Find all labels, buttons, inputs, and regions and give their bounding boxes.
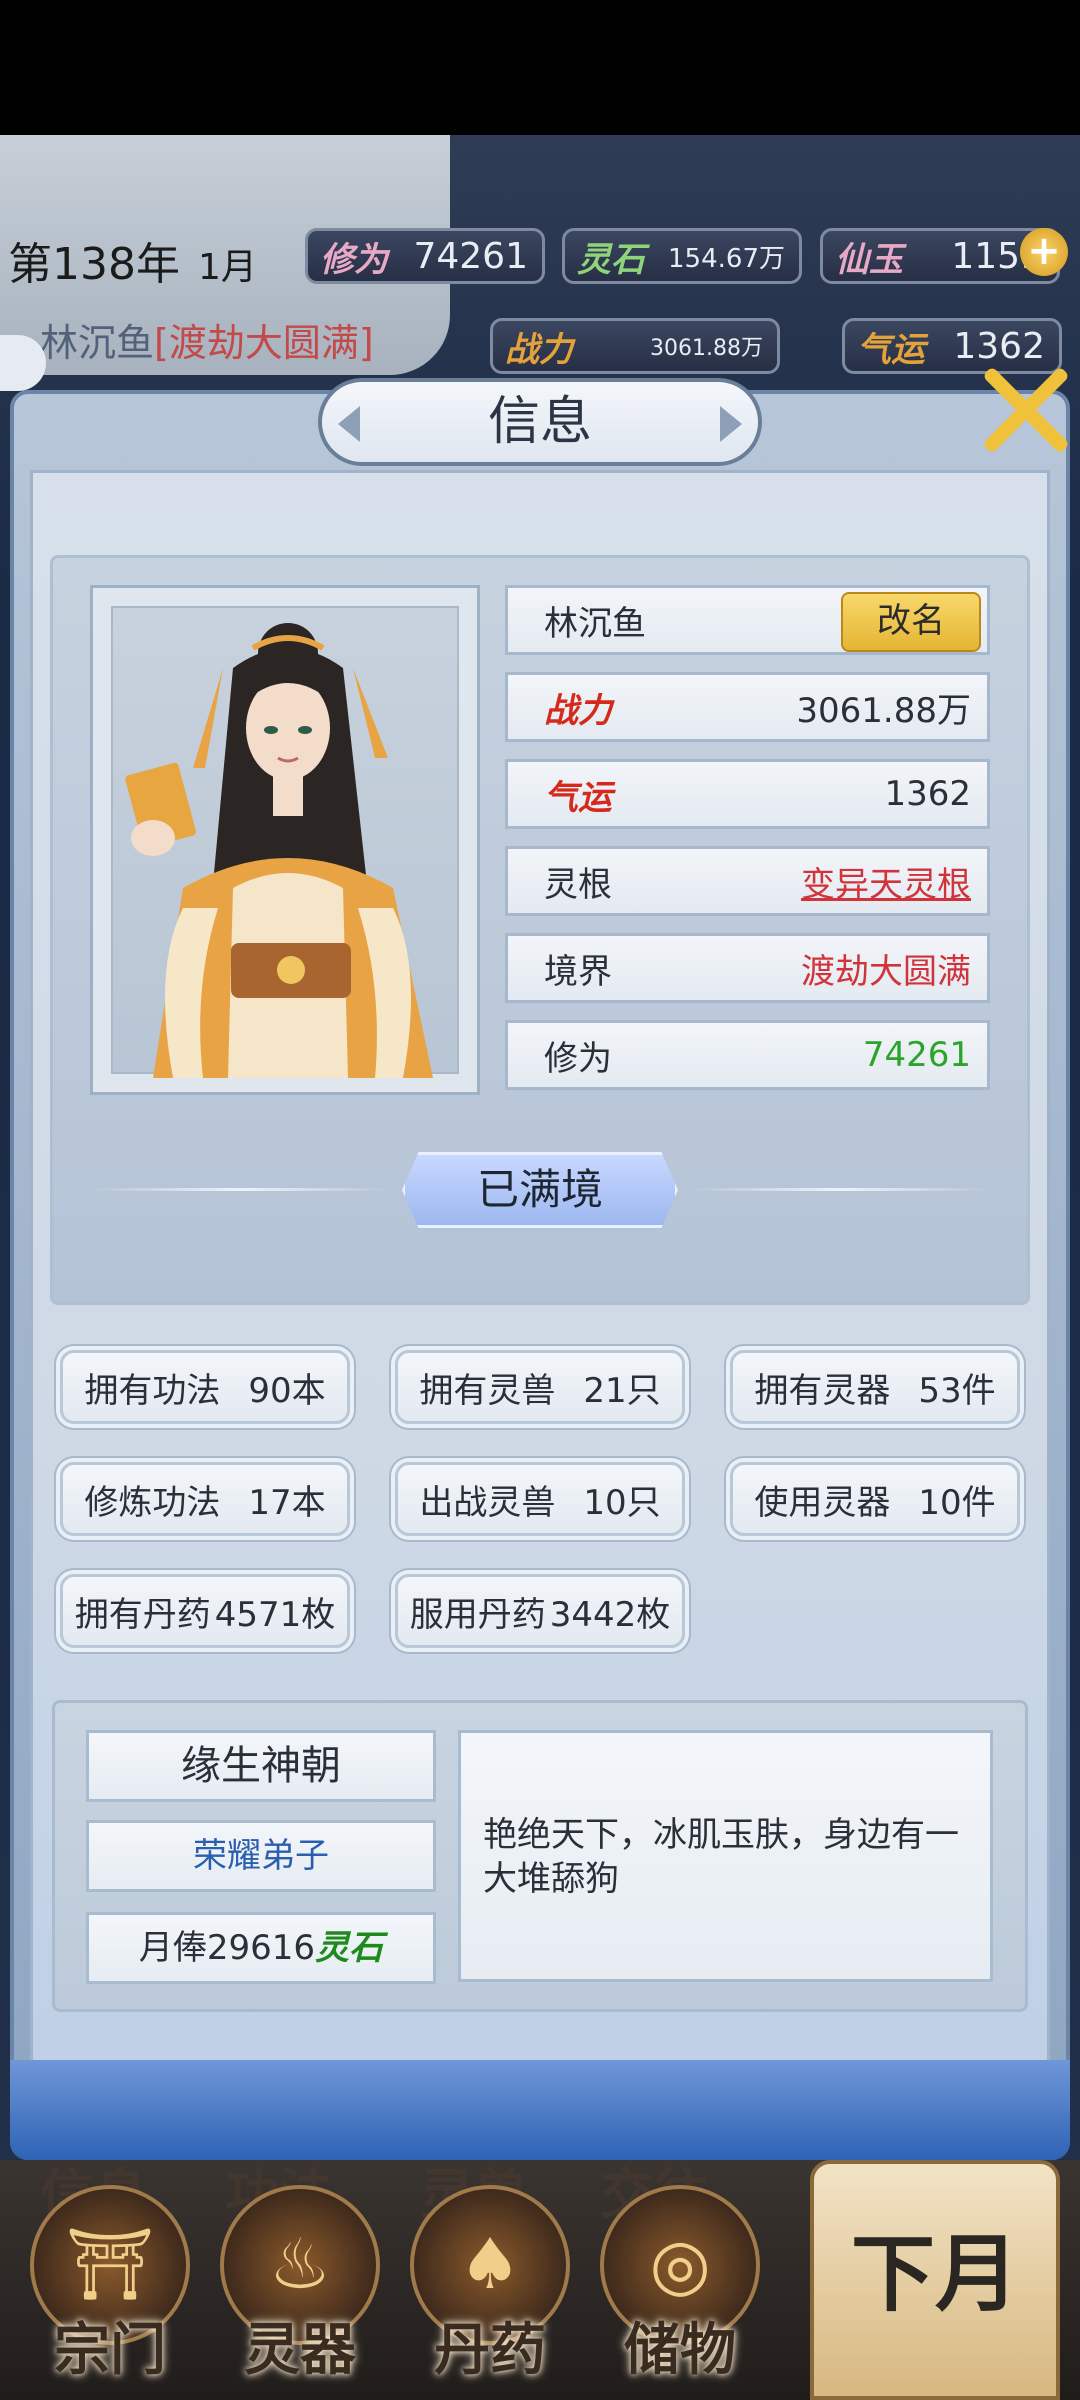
sect-rank: 荣耀弟子 — [86, 1820, 436, 1892]
add-jade-button[interactable]: + — [1020, 228, 1068, 276]
dialog-title: 信息 — [318, 378, 762, 466]
character-description: 艳绝天下，冰肌玉肤，身边有一大堆舔狗 — [458, 1730, 993, 1982]
nav-pills[interactable]: ♠ 丹药 — [395, 2185, 585, 2395]
spirit-root-value[interactable]: 变异天灵根 — [801, 857, 987, 906]
jade-label: 仙玉 — [835, 239, 903, 280]
spirit-root-label: 灵根 — [544, 864, 612, 905]
power-label: 战力 — [544, 690, 612, 731]
realm-value: 渡劫大圆满 — [801, 951, 971, 992]
nav-sect[interactable]: ⛩ 宗门 — [15, 2185, 205, 2395]
nav-artifact[interactable]: ♨ 灵器 — [205, 2185, 395, 2395]
stat-techniques-practiced[interactable]: 修炼功法 17本 — [60, 1462, 350, 1536]
cultivation-value: 74261 — [862, 1035, 971, 1075]
stat-beasts-deployed[interactable]: 出战灵兽 10只 — [395, 1462, 685, 1536]
full-realm-banner: 已满境 — [402, 1152, 678, 1228]
power-label: 战力 — [505, 329, 573, 370]
nav-storage-label: 储物 — [624, 2318, 736, 2383]
player-realm: [渡劫大圆满] — [154, 321, 374, 365]
stat-techniques-owned[interactable]: 拥有功法 90本 — [60, 1350, 350, 1424]
stat-artifacts-used[interactable]: 使用灵器 10件 — [730, 1462, 1020, 1536]
cultivation-label: 修为 — [320, 239, 388, 280]
cultivation-label: 修为 — [544, 1038, 612, 1079]
realm-row: 境界 渡劫大圆满 — [505, 933, 990, 1003]
spirit-stone-resource: 灵石 154.67万 — [562, 228, 802, 284]
player-name: 林沉鱼 — [40, 321, 155, 365]
next-month-button[interactable]: 下月 — [810, 2160, 1060, 2400]
dialog-bottom-band — [10, 2060, 1070, 2160]
name-row: 林沉鱼 改名 — [505, 585, 990, 655]
cultivation-value: 74261 — [413, 235, 528, 277]
cultivation-row: 修为 74261 — [505, 1020, 990, 1090]
luck-label: 气运 — [857, 329, 925, 370]
close-icon[interactable] — [975, 355, 1075, 455]
luck-value: 1362 — [884, 774, 971, 814]
stat-pills-consumed[interactable]: 服用丹药 3442枚 — [395, 1574, 685, 1648]
character-portrait-image — [125, 623, 433, 1078]
spirit-root-row: 灵根 变异天灵根 — [505, 846, 990, 916]
luck-label: 气运 — [544, 777, 612, 818]
spirit-stone-value: 154.67万 — [668, 243, 785, 274]
nav-storage[interactable]: ◎ 储物 — [585, 2185, 775, 2395]
divider-right — [690, 1188, 990, 1191]
nav-artifact-label: 灵器 — [244, 2318, 356, 2383]
luck-row: 气运 1362 — [505, 759, 990, 829]
sect-name: 缘生神朝 — [86, 1730, 436, 1802]
power-resource: 战力 3061.88万 — [490, 318, 780, 374]
stat-beasts-owned[interactable]: 拥有灵兽 21只 — [395, 1350, 685, 1424]
nav-sect-label: 宗门 — [54, 2318, 166, 2383]
power-value: 3061.88万 — [650, 336, 763, 361]
player-name-line: 林沉鱼[渡劫大圆满] — [40, 312, 374, 367]
character-portrait — [90, 585, 480, 1095]
power-value: 3061.88万 — [796, 690, 971, 731]
realm-label: 境界 — [544, 951, 612, 992]
portrait-frame — [111, 606, 459, 1078]
game-date: 第138年 1月 — [8, 239, 257, 290]
monthly-salary: 月俸29616灵石 — [86, 1912, 436, 1984]
character-name: 林沉鱼 — [544, 603, 646, 644]
rename-button[interactable]: 改名 — [841, 592, 981, 652]
power-row: 战力 3061.88万 — [505, 672, 990, 742]
status-area — [0, 0, 1080, 135]
cultivation-resource: 修为 74261 — [305, 228, 545, 284]
stat-artifacts-owned[interactable]: 拥有灵器 53件 — [730, 1350, 1020, 1424]
divider-left — [90, 1188, 390, 1191]
nav-pills-label: 丹药 — [434, 2318, 546, 2383]
stat-pills-owned[interactable]: 拥有丹药 4571枚 — [60, 1574, 350, 1648]
spirit-stone-label: 灵石 — [577, 239, 645, 280]
